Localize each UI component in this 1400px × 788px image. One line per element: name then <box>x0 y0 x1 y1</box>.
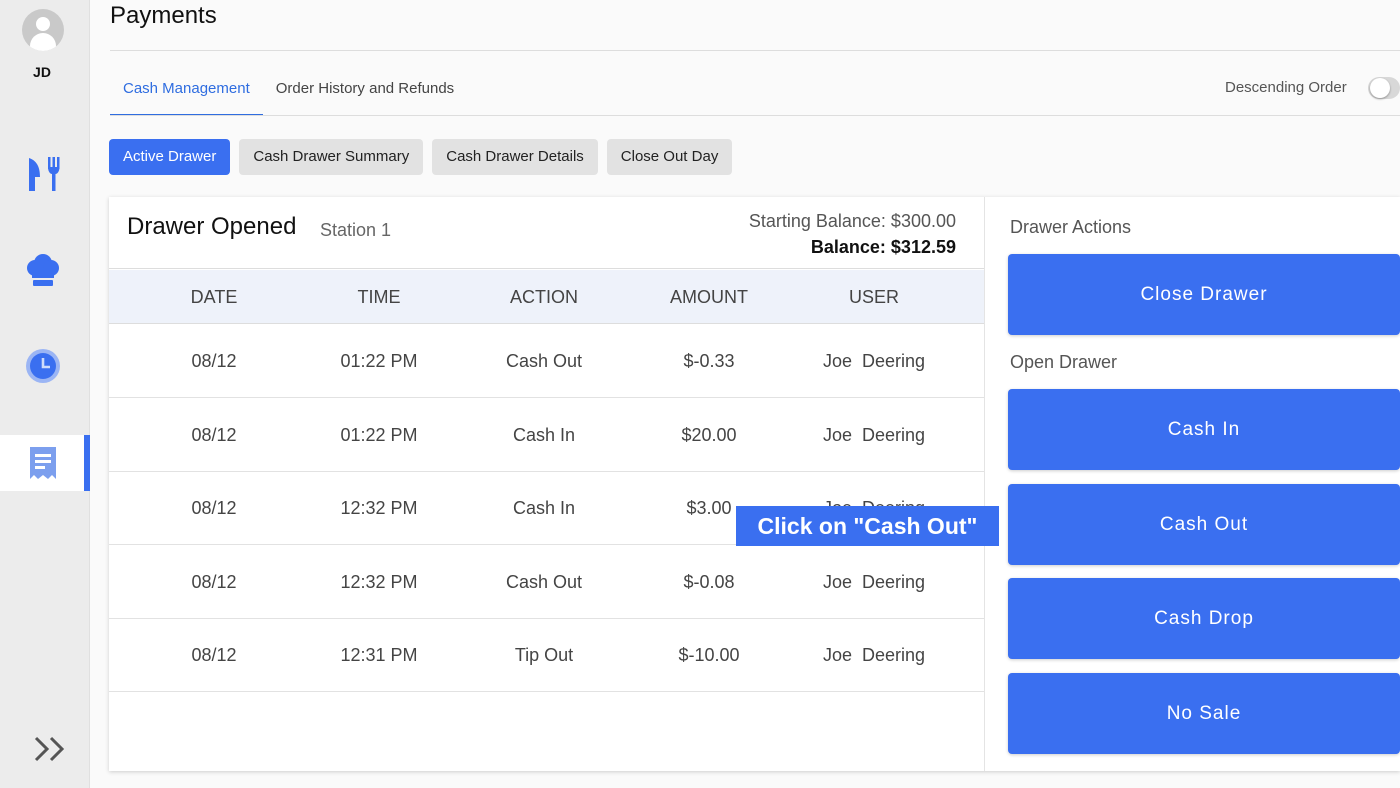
cash-in-button[interactable]: Cash In <box>1008 389 1400 470</box>
cash-drawer-summary-button[interactable]: Cash Drawer Summary <box>239 139 424 175</box>
cell-action: Cash In <box>512 498 576 518</box>
drawer-header: Drawer Opened Station 1 Starting Balance… <box>109 197 984 269</box>
tab-cash-management[interactable]: Cash Management <box>110 68 263 116</box>
drawer-actions-label: Drawer Actions <box>1010 217 1132 237</box>
drawer-station: Station 1 <box>320 220 392 240</box>
tab-order-history-refunds[interactable]: Order History and Refunds <box>263 68 467 116</box>
cell-time: 01:22 PM <box>340 351 418 371</box>
table-row[interactable]: 08/12 12:32 PM Cash Out $-0.08 Joe Deeri… <box>109 546 984 619</box>
close-drawer-button[interactable]: Close Drawer <box>1008 254 1400 335</box>
transactions-table-header: DATE TIME ACTION AMOUNT USER <box>109 270 984 324</box>
table-row[interactable]: 08/12 12:31 PM Tip Out $-10.00 Joe Deeri… <box>109 619 984 692</box>
open-drawer-label: Open Drawer <box>1010 352 1118 372</box>
cell-user: Joe Deering <box>822 425 926 445</box>
receipt-icon[interactable] <box>24 444 62 482</box>
column-header-action: ACTION <box>509 287 578 307</box>
cell-action: Cash Out <box>505 351 583 371</box>
clock-icon[interactable] <box>24 347 62 385</box>
tabs-divider <box>110 115 1400 116</box>
active-drawer-button[interactable]: Active Drawer <box>109 139 231 175</box>
drawer-card: Drawer Opened Station 1 Starting Balance… <box>109 197 1400 771</box>
cell-date: 08/12 <box>191 572 237 592</box>
drawer-subtabs: Active Drawer Cash Drawer Summary Cash D… <box>109 139 733 175</box>
cell-amount: $-10.00 <box>678 645 740 665</box>
cell-date: 08/12 <box>191 645 237 665</box>
table-row[interactable]: 08/12 01:22 PM Cash In $20.00 Joe Deerin… <box>109 399 984 472</box>
cash-drop-button[interactable]: Cash Drop <box>1008 578 1400 659</box>
descending-order-label: Descending Order <box>1225 79 1347 96</box>
sidebar: JD <box>0 0 90 788</box>
main-content: Payments Cash Management Order History a… <box>90 0 1400 788</box>
cash-out-button[interactable]: Cash Out <box>1008 484 1400 565</box>
cell-user: Joe Deering <box>822 572 926 592</box>
cell-date: 08/12 <box>191 425 237 445</box>
table-row[interactable]: 08/12 01:22 PM Cash Out $-0.33 Joe Deeri… <box>109 325 984 398</box>
cell-action: Cash In <box>512 425 576 445</box>
cell-amount: $20.00 <box>681 425 737 445</box>
cell-amount: $-0.08 <box>683 572 735 592</box>
column-header-amount: AMOUNT <box>670 287 748 307</box>
page-title: Payments <box>110 2 217 29</box>
descending-order-toggle[interactable] <box>1368 77 1400 99</box>
cell-time: 12:32 PM <box>340 572 418 592</box>
title-divider <box>110 50 1400 51</box>
drawer-title: Drawer Opened <box>127 213 297 240</box>
cell-action: Tip Out <box>514 645 574 665</box>
cell-user: Joe Deering <box>822 351 926 371</box>
cell-date: 08/12 <box>191 351 237 371</box>
tutorial-callout: Click on "Cash Out" <box>736 506 999 546</box>
column-header-time: TIME <box>357 287 401 307</box>
double-chevron-right-icon[interactable] <box>30 733 70 765</box>
no-sale-button[interactable]: No Sale <box>1008 673 1400 754</box>
user-avatar-icon[interactable] <box>22 9 64 51</box>
panel-divider <box>984 197 985 771</box>
chef-hat-icon[interactable] <box>24 252 62 290</box>
cell-user: Joe Deering <box>822 645 926 665</box>
cell-action: Cash Out <box>505 572 583 592</box>
cell-amount: $-0.33 <box>683 351 735 371</box>
tab-bar: Cash Management Order History and Refund… <box>110 68 467 116</box>
current-balance: Balance: $312.59 <box>810 237 956 257</box>
cell-time: 12:32 PM <box>340 498 418 518</box>
user-initials: JD <box>33 64 51 80</box>
cell-date: 08/12 <box>191 498 237 518</box>
column-header-user: USER <box>848 287 899 307</box>
cell-time: 12:31 PM <box>340 645 418 665</box>
close-out-day-button[interactable]: Close Out Day <box>606 139 733 175</box>
cash-drawer-details-button[interactable]: Cash Drawer Details <box>432 139 598 175</box>
starting-balance: Starting Balance: $300.00 <box>748 211 956 231</box>
column-header-date: DATE <box>190 287 238 307</box>
cell-time: 01:22 PM <box>340 425 418 445</box>
utensils-icon[interactable] <box>24 155 62 193</box>
